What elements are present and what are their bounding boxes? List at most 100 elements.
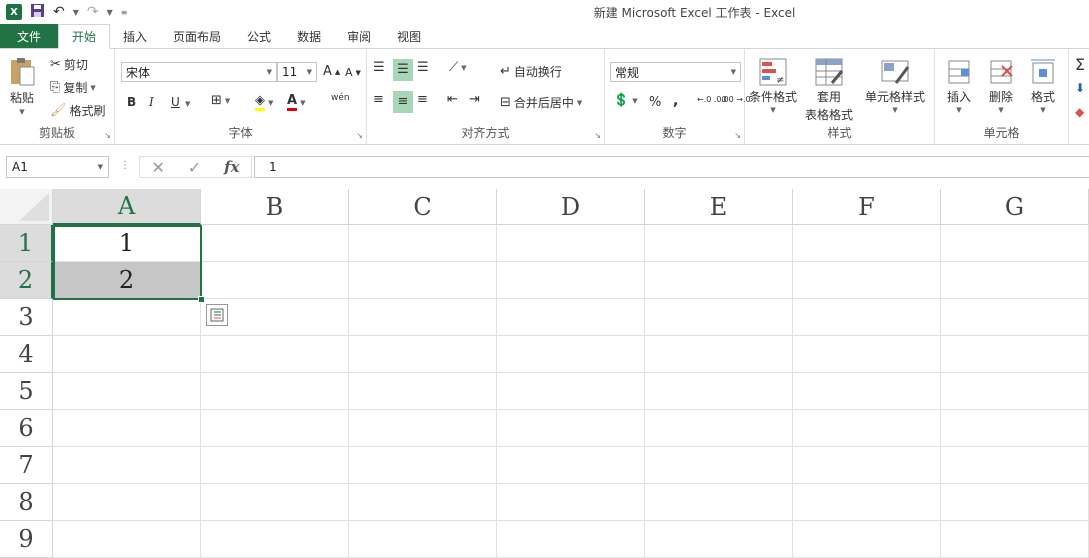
cell-g5[interactable] bbox=[941, 373, 1089, 410]
cell-e7[interactable] bbox=[645, 447, 793, 484]
cell-f3[interactable] bbox=[793, 299, 941, 336]
number-launcher-icon[interactable]: ↘ bbox=[734, 131, 741, 140]
wrap-text-button[interactable]: ↵ 自动换行 bbox=[500, 63, 562, 80]
cell-a3[interactable] bbox=[53, 299, 201, 336]
currency-button[interactable]: 💲 ▼ bbox=[613, 94, 638, 108]
cut-button[interactable]: ✂ 剪切 bbox=[50, 56, 88, 73]
row-header-6[interactable]: 6 bbox=[0, 410, 53, 447]
cell-c6[interactable] bbox=[349, 410, 497, 447]
row-header-7[interactable]: 7 bbox=[0, 447, 53, 484]
cell-d3[interactable] bbox=[497, 299, 645, 336]
autosum-icon[interactable]: Σ bbox=[1075, 55, 1085, 74]
tab-insert[interactable]: 插入 bbox=[110, 24, 160, 48]
cell-c1[interactable] bbox=[349, 225, 497, 262]
tab-file[interactable]: 文件 bbox=[0, 24, 58, 48]
font-name-combo[interactable]: 宋体 ▼ bbox=[121, 62, 277, 82]
cell-c2[interactable] bbox=[349, 262, 497, 299]
cell-e3[interactable] bbox=[645, 299, 793, 336]
increase-indent-button[interactable]: ⇥ bbox=[469, 93, 480, 107]
tab-view[interactable]: 视图 bbox=[384, 24, 434, 48]
fill-color-button[interactable]: ◈ ▼ bbox=[255, 94, 273, 111]
number-format-combo[interactable]: 常规 ▼ bbox=[610, 62, 741, 82]
cell-a8[interactable] bbox=[53, 484, 201, 521]
copy-button[interactable]: ⎘ 复制 ▼ bbox=[50, 79, 96, 96]
cell-f7[interactable] bbox=[793, 447, 941, 484]
comma-button[interactable]: , bbox=[673, 93, 678, 109]
cell-b7[interactable] bbox=[201, 447, 349, 484]
cell-b8[interactable] bbox=[201, 484, 349, 521]
cell-e9[interactable] bbox=[645, 521, 793, 558]
row-header-2[interactable]: 2 bbox=[0, 262, 53, 299]
merge-center-button[interactable]: ⊟ 合并后居中 ▼ bbox=[500, 94, 582, 111]
cell-b1[interactable] bbox=[201, 225, 349, 262]
cell-f2[interactable] bbox=[793, 262, 941, 299]
align-center-button[interactable]: ≡ bbox=[393, 91, 413, 113]
row-header-8[interactable]: 8 bbox=[0, 484, 53, 521]
paste-button[interactable]: 粘贴 ▼ bbox=[8, 57, 36, 116]
cell-a5[interactable] bbox=[53, 373, 201, 410]
fill-handle[interactable] bbox=[198, 296, 205, 303]
cell-g4[interactable] bbox=[941, 336, 1089, 373]
cell-b4[interactable] bbox=[201, 336, 349, 373]
row-header-1[interactable]: 1 bbox=[0, 225, 53, 262]
orientation-button[interactable]: ⟋ ▼ bbox=[449, 61, 467, 75]
formula-bar-grip-icon[interactable]: ⋮ bbox=[120, 160, 130, 171]
format-cells-button[interactable]: 格式 ▼ bbox=[1029, 57, 1057, 114]
cell-a2[interactable]: 2 bbox=[53, 262, 201, 299]
grow-font-button[interactable]: A ▲ bbox=[323, 64, 340, 79]
clear-icon[interactable]: ◆ bbox=[1075, 105, 1084, 119]
cell-d6[interactable] bbox=[497, 410, 645, 447]
underline-dropdown-icon[interactable]: ▼ bbox=[185, 100, 190, 108]
cell-e1[interactable] bbox=[645, 225, 793, 262]
cell-a9[interactable] bbox=[53, 521, 201, 558]
clipboard-launcher-icon[interactable]: ↘ bbox=[104, 131, 111, 140]
cell-f5[interactable] bbox=[793, 373, 941, 410]
formula-input[interactable]: 1 bbox=[254, 156, 1089, 178]
shrink-font-button[interactable]: A ▼ bbox=[345, 66, 361, 79]
cell-f4[interactable] bbox=[793, 336, 941, 373]
font-size-combo[interactable]: 11 ▼ bbox=[277, 62, 317, 82]
cell-d7[interactable] bbox=[497, 447, 645, 484]
row-header-9[interactable]: 9 bbox=[0, 521, 53, 558]
borders-button[interactable]: ⊞ ▼ bbox=[211, 94, 230, 108]
decrease-indent-button[interactable]: ⇤ bbox=[447, 93, 458, 107]
cell-b5[interactable] bbox=[201, 373, 349, 410]
cell-d4[interactable] bbox=[497, 336, 645, 373]
cell-c8[interactable] bbox=[349, 484, 497, 521]
cell-e4[interactable] bbox=[645, 336, 793, 373]
align-left-button[interactable]: ≡ bbox=[373, 93, 384, 107]
cell-a4[interactable] bbox=[53, 336, 201, 373]
cell-e5[interactable] bbox=[645, 373, 793, 410]
cell-f6[interactable] bbox=[793, 410, 941, 447]
column-header-e[interactable]: E bbox=[645, 189, 793, 225]
cell-b2[interactable] bbox=[201, 262, 349, 299]
insert-function-icon[interactable]: fx bbox=[224, 158, 239, 176]
cell-a7[interactable] bbox=[53, 447, 201, 484]
column-header-d[interactable]: D bbox=[497, 189, 645, 225]
name-box[interactable]: A1 ▼ bbox=[6, 156, 109, 178]
cell-e8[interactable] bbox=[645, 484, 793, 521]
cell-c7[interactable] bbox=[349, 447, 497, 484]
cell-c5[interactable] bbox=[349, 373, 497, 410]
cell-f1[interactable] bbox=[793, 225, 941, 262]
cell-g6[interactable] bbox=[941, 410, 1089, 447]
align-middle-button[interactable]: ☰ bbox=[393, 59, 413, 81]
cancel-icon[interactable]: ✕ bbox=[151, 158, 164, 177]
italic-button[interactable]: I bbox=[149, 95, 154, 109]
font-color-button[interactable]: A ▼ bbox=[287, 94, 305, 111]
cell-f8[interactable] bbox=[793, 484, 941, 521]
conditional-formatting-button[interactable]: ≠ 条件格式 ▼ bbox=[749, 57, 797, 114]
cell-g7[interactable] bbox=[941, 447, 1089, 484]
cell-d5[interactable] bbox=[497, 373, 645, 410]
cell-b9[interactable] bbox=[201, 521, 349, 558]
cell-g2[interactable] bbox=[941, 262, 1089, 299]
phonetic-button[interactable]: wén bbox=[331, 93, 350, 103]
tab-page-layout[interactable]: 页面布局 bbox=[160, 24, 234, 48]
select-all-button[interactable] bbox=[0, 189, 53, 225]
cell-g9[interactable] bbox=[941, 521, 1089, 558]
cell-g3[interactable] bbox=[941, 299, 1089, 336]
tab-data[interactable]: 数据 bbox=[284, 24, 334, 48]
align-bottom-button[interactable]: ☰ bbox=[417, 61, 429, 75]
format-painter-button[interactable]: 🖌 格式刷 bbox=[50, 102, 106, 119]
cell-a1[interactable]: 1 bbox=[53, 225, 201, 262]
